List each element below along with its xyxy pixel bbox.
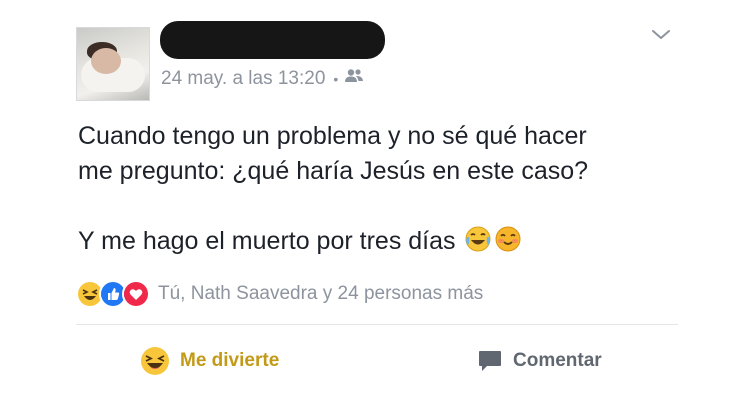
reactions-bar[interactable]: Tú, Nath Saavedra y 24 personas más: [76, 280, 483, 308]
haha-icon: [141, 347, 169, 375]
post-meta: 24 may. a las 13:20 •: [161, 67, 364, 90]
comment-button[interactable]: Comentar: [477, 344, 602, 378]
divider: [76, 324, 678, 325]
me-divierte-label: Me divierte: [180, 350, 280, 371]
love-reaction-icon: [122, 280, 150, 308]
friends-icon[interactable]: [344, 67, 364, 90]
profile-avatar[interactable]: [76, 27, 150, 101]
me-divierte-button[interactable]: Me divierte: [140, 344, 279, 378]
blushing-smile-emoji: [494, 225, 522, 263]
post-text-punchline: Y me hago el muerto por tres días: [78, 227, 456, 255]
facebook-post: 24 may. a las 13:20 • Cuando tengo un pr…: [0, 0, 740, 400]
post-body: Cuando tengo un problema y no sé qué hac…: [78, 119, 698, 263]
reaction-icons: [76, 280, 150, 308]
laughing-tears-emoji: [464, 225, 492, 263]
post-text-line: me pregunto: ¿qué haría Jesús en este ca…: [78, 157, 589, 185]
comment-label: Comentar: [513, 350, 602, 371]
avatar-face: [91, 48, 121, 74]
reactions-summary[interactable]: Tú, Nath Saavedra y 24 personas más: [158, 283, 483, 305]
post-text-line: Cuando tengo un problema y no sé qué hac…: [78, 122, 587, 150]
post-timestamp[interactable]: 24 may. a las 13:20: [161, 68, 325, 90]
post-text-line-final: Y me hago el muerto por tres días: [78, 224, 698, 263]
meta-separator: •: [333, 70, 339, 87]
author-name-redacted[interactable]: [160, 21, 385, 59]
chevron-down-icon[interactable]: [648, 24, 674, 46]
comment-icon: [479, 351, 501, 371]
